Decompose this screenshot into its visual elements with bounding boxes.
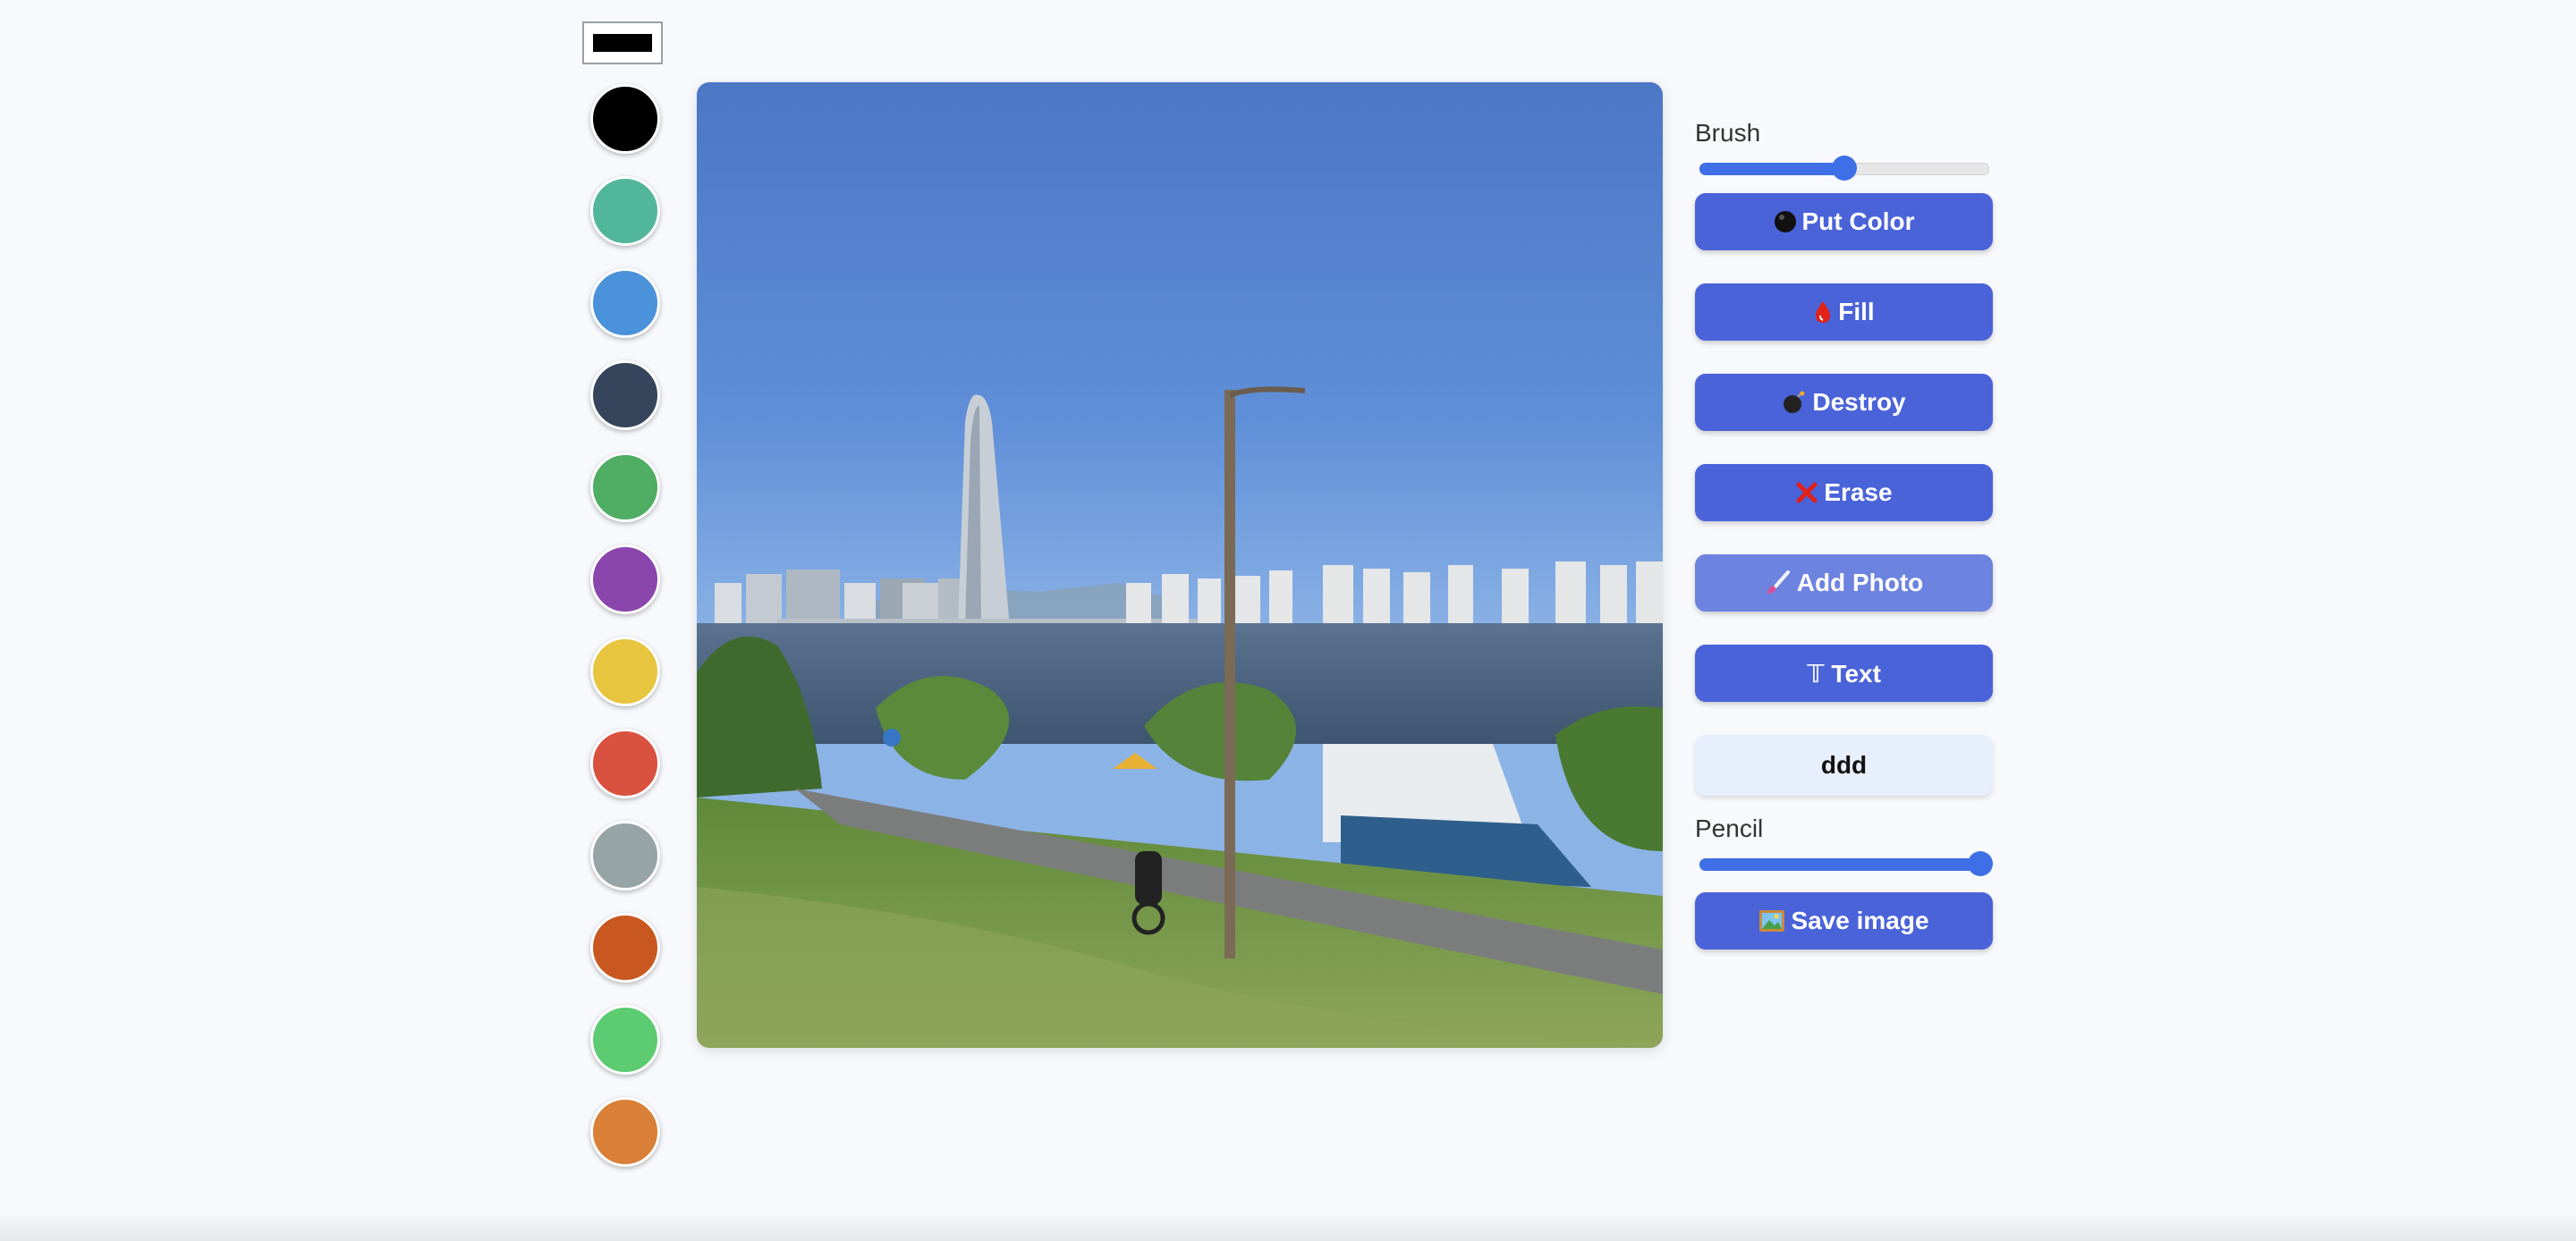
black-circle-icon (1774, 210, 1797, 233)
canvas-photo (697, 82, 1663, 1048)
controls-panel: Brush Put Color Fill Destroy Erase Add P… (1695, 116, 1994, 983)
save-image-label: Save image (1791, 907, 1929, 934)
selected-color-swatch (593, 34, 652, 52)
color-swatch[interactable] (590, 1097, 660, 1167)
paint-app: Brush Put Color Fill Destroy Erase Add P… (0, 0, 2576, 1241)
erase-button[interactable]: Erase (1695, 464, 1993, 521)
slider-fill (1699, 858, 1981, 871)
text-input-field[interactable] (1695, 735, 1993, 796)
fill-button[interactable]: Fill (1695, 283, 1993, 341)
cross-mark-icon (1795, 481, 1818, 504)
fill-label: Fill (1838, 298, 1875, 325)
framed-picture-icon (1758, 909, 1785, 933)
color-swatch[interactable] (590, 729, 660, 798)
color-swatch[interactable] (590, 913, 660, 983)
add-photo-label: Add Photo (1796, 569, 1924, 596)
color-swatch[interactable] (590, 1005, 660, 1075)
color-swatch[interactable] (590, 360, 660, 430)
slider-thumb[interactable] (1968, 851, 1994, 876)
droplet-icon (1813, 300, 1833, 325)
pencil-size-slider[interactable] (1695, 849, 1994, 880)
erase-label: Erase (1824, 478, 1893, 506)
bottom-edge (0, 1216, 2576, 1241)
color-swatch[interactable] (590, 268, 660, 338)
bomb-icon (1782, 390, 1807, 415)
add-photo-button[interactable]: Add Photo (1695, 554, 1993, 612)
slider-fill (1699, 163, 1844, 175)
color-swatch[interactable] (590, 821, 660, 891)
brush-size-label: Brush (1695, 119, 1761, 147)
color-swatch[interactable] (590, 176, 660, 246)
destroy-button[interactable]: Destroy (1695, 374, 1993, 431)
color-swatch[interactable] (590, 84, 660, 154)
destroy-label: Destroy (1812, 388, 1906, 416)
selected-color-indicator[interactable] (582, 21, 663, 64)
save-image-button[interactable]: Save image (1695, 892, 1993, 950)
text-label: 𝕋 Text (1807, 659, 1881, 688)
color-swatch[interactable] (590, 637, 660, 706)
pencil-size-label: Pencil (1695, 815, 1764, 842)
text-button[interactable]: 𝕋 Text (1695, 645, 1993, 702)
put-color-label: Put Color (1801, 207, 1915, 235)
put-color-button[interactable]: Put Color (1695, 193, 1993, 250)
brush-size-slider[interactable] (1695, 154, 1993, 184)
color-palette (590, 84, 660, 1189)
slider-thumb[interactable] (1832, 156, 1857, 181)
color-swatch[interactable] (590, 545, 660, 614)
drawing-canvas[interactable] (697, 82, 1663, 1048)
color-swatch[interactable] (590, 452, 660, 522)
paintbrush-icon (1765, 570, 1792, 595)
